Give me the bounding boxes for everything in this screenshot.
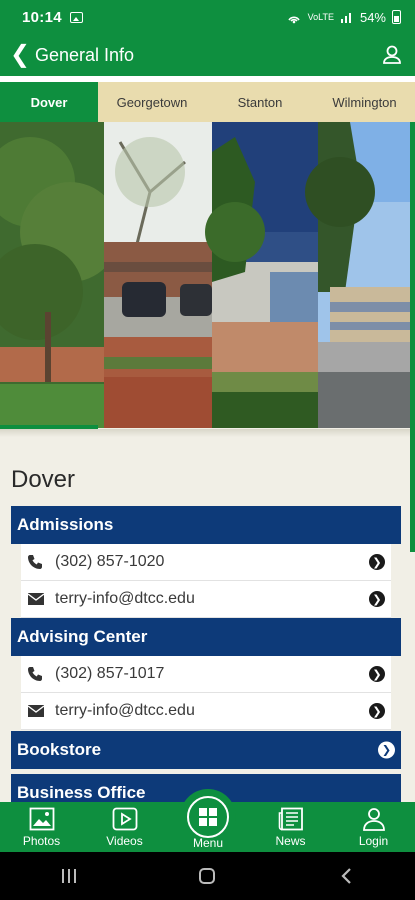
nav-label: Photos — [22, 834, 61, 848]
status-bar: 10:14 VoLTE 54% — [0, 0, 415, 34]
nav-videos[interactable]: Videos — [83, 802, 166, 852]
signal-icon — [340, 13, 351, 23]
chevron-right-icon: ❯ — [378, 741, 395, 759]
section-title: Admissions — [17, 515, 114, 534]
photo-panel-building — [205, 122, 318, 428]
section-header-advising-center[interactable]: Advising Center — [11, 618, 401, 656]
phone-number: (302) 857-1017 — [55, 665, 165, 682]
section-title: Bookstore — [17, 740, 102, 759]
email-icon — [27, 704, 51, 718]
email-address: terry-info@dtcc.edu — [55, 590, 195, 607]
advising-email-row[interactable]: terry-info@dtcc.edu ❯ — [21, 693, 391, 730]
photo-panel-parking — [104, 122, 212, 428]
photos-icon — [29, 807, 54, 831]
advising-phone-row[interactable]: (302) 857-1017 ❯ — [21, 656, 391, 693]
nav-label: Videos — [106, 834, 143, 848]
menu-button-ring — [187, 796, 229, 838]
status-time: 10:14 — [22, 8, 62, 26]
news-icon — [278, 807, 303, 831]
home-button[interactable] — [177, 861, 237, 891]
hotspot-icon — [287, 16, 300, 24]
system-back-button[interactable] — [316, 861, 376, 891]
gallery-notification-icon — [69, 11, 83, 23]
nav-news[interactable]: News — [249, 802, 332, 852]
tab-stanton[interactable]: Stanton — [206, 82, 314, 122]
nav-login[interactable]: Login — [332, 802, 415, 852]
app-bar: ❮ General Info — [0, 34, 415, 76]
admissions-phone-row[interactable]: (302) 857-1020 ❯ — [21, 544, 391, 581]
recent-apps-icon — [62, 869, 77, 883]
email-icon — [27, 592, 51, 606]
user-profile-icon[interactable] — [379, 42, 405, 68]
grid-menu-icon — [199, 808, 217, 826]
battery-percent: 54% — [359, 9, 386, 25]
campus-tabs: Dover Georgetown Stanton Wilmington — [0, 82, 415, 122]
tab-wilmington[interactable]: Wilmington — [314, 82, 415, 122]
recent-apps-button[interactable] — [39, 861, 99, 891]
phone-icon — [27, 666, 51, 682]
chevron-right-icon: ❯ — [369, 554, 385, 570]
battery-icon — [392, 10, 401, 24]
phone-number: (302) 857-1020 — [55, 553, 165, 570]
volte-indicator: VoLTE — [307, 12, 334, 22]
campus-heading: Dover — [11, 466, 76, 493]
chevron-right-icon: ❯ — [369, 591, 385, 607]
hero-shadow — [0, 429, 410, 437]
nav-label: News — [275, 834, 306, 848]
status-right: VoLTE 54% — [286, 10, 401, 25]
chevron-right-icon: ❯ — [369, 666, 385, 682]
home-icon — [199, 868, 216, 884]
tab-dover[interactable]: Dover — [0, 82, 98, 122]
tab-georgetown[interactable]: Georgetown — [98, 82, 206, 122]
section-title: Business Office — [17, 783, 146, 802]
menu-label: Menu — [192, 836, 224, 850]
phone-icon — [27, 554, 51, 570]
videos-icon — [112, 807, 137, 831]
nav-photos[interactable]: Photos — [0, 802, 83, 852]
system-nav-bar — [0, 852, 415, 900]
chevron-right-icon: ❯ — [369, 703, 385, 719]
email-address: terry-info@dtcc.edu — [55, 702, 195, 719]
nav-label: Login — [358, 834, 389, 848]
scrollbar[interactable] — [410, 122, 415, 552]
photo-panel-trees — [0, 122, 120, 428]
back-arrow-icon[interactable]: ❮ — [10, 43, 32, 67]
back-icon — [341, 868, 351, 884]
login-icon — [362, 808, 385, 831]
photo-panel-wilmington — [305, 122, 410, 428]
section-title: Advising Center — [17, 627, 148, 646]
section-header-bookstore[interactable]: Bookstore ❯ — [11, 731, 401, 769]
admissions-email-row[interactable]: terry-info@dtcc.edu ❯ — [21, 581, 391, 618]
page-title: General Info — [35, 44, 135, 65]
section-header-admissions[interactable]: Admissions — [11, 506, 401, 544]
campus-photo-collage — [0, 122, 410, 428]
